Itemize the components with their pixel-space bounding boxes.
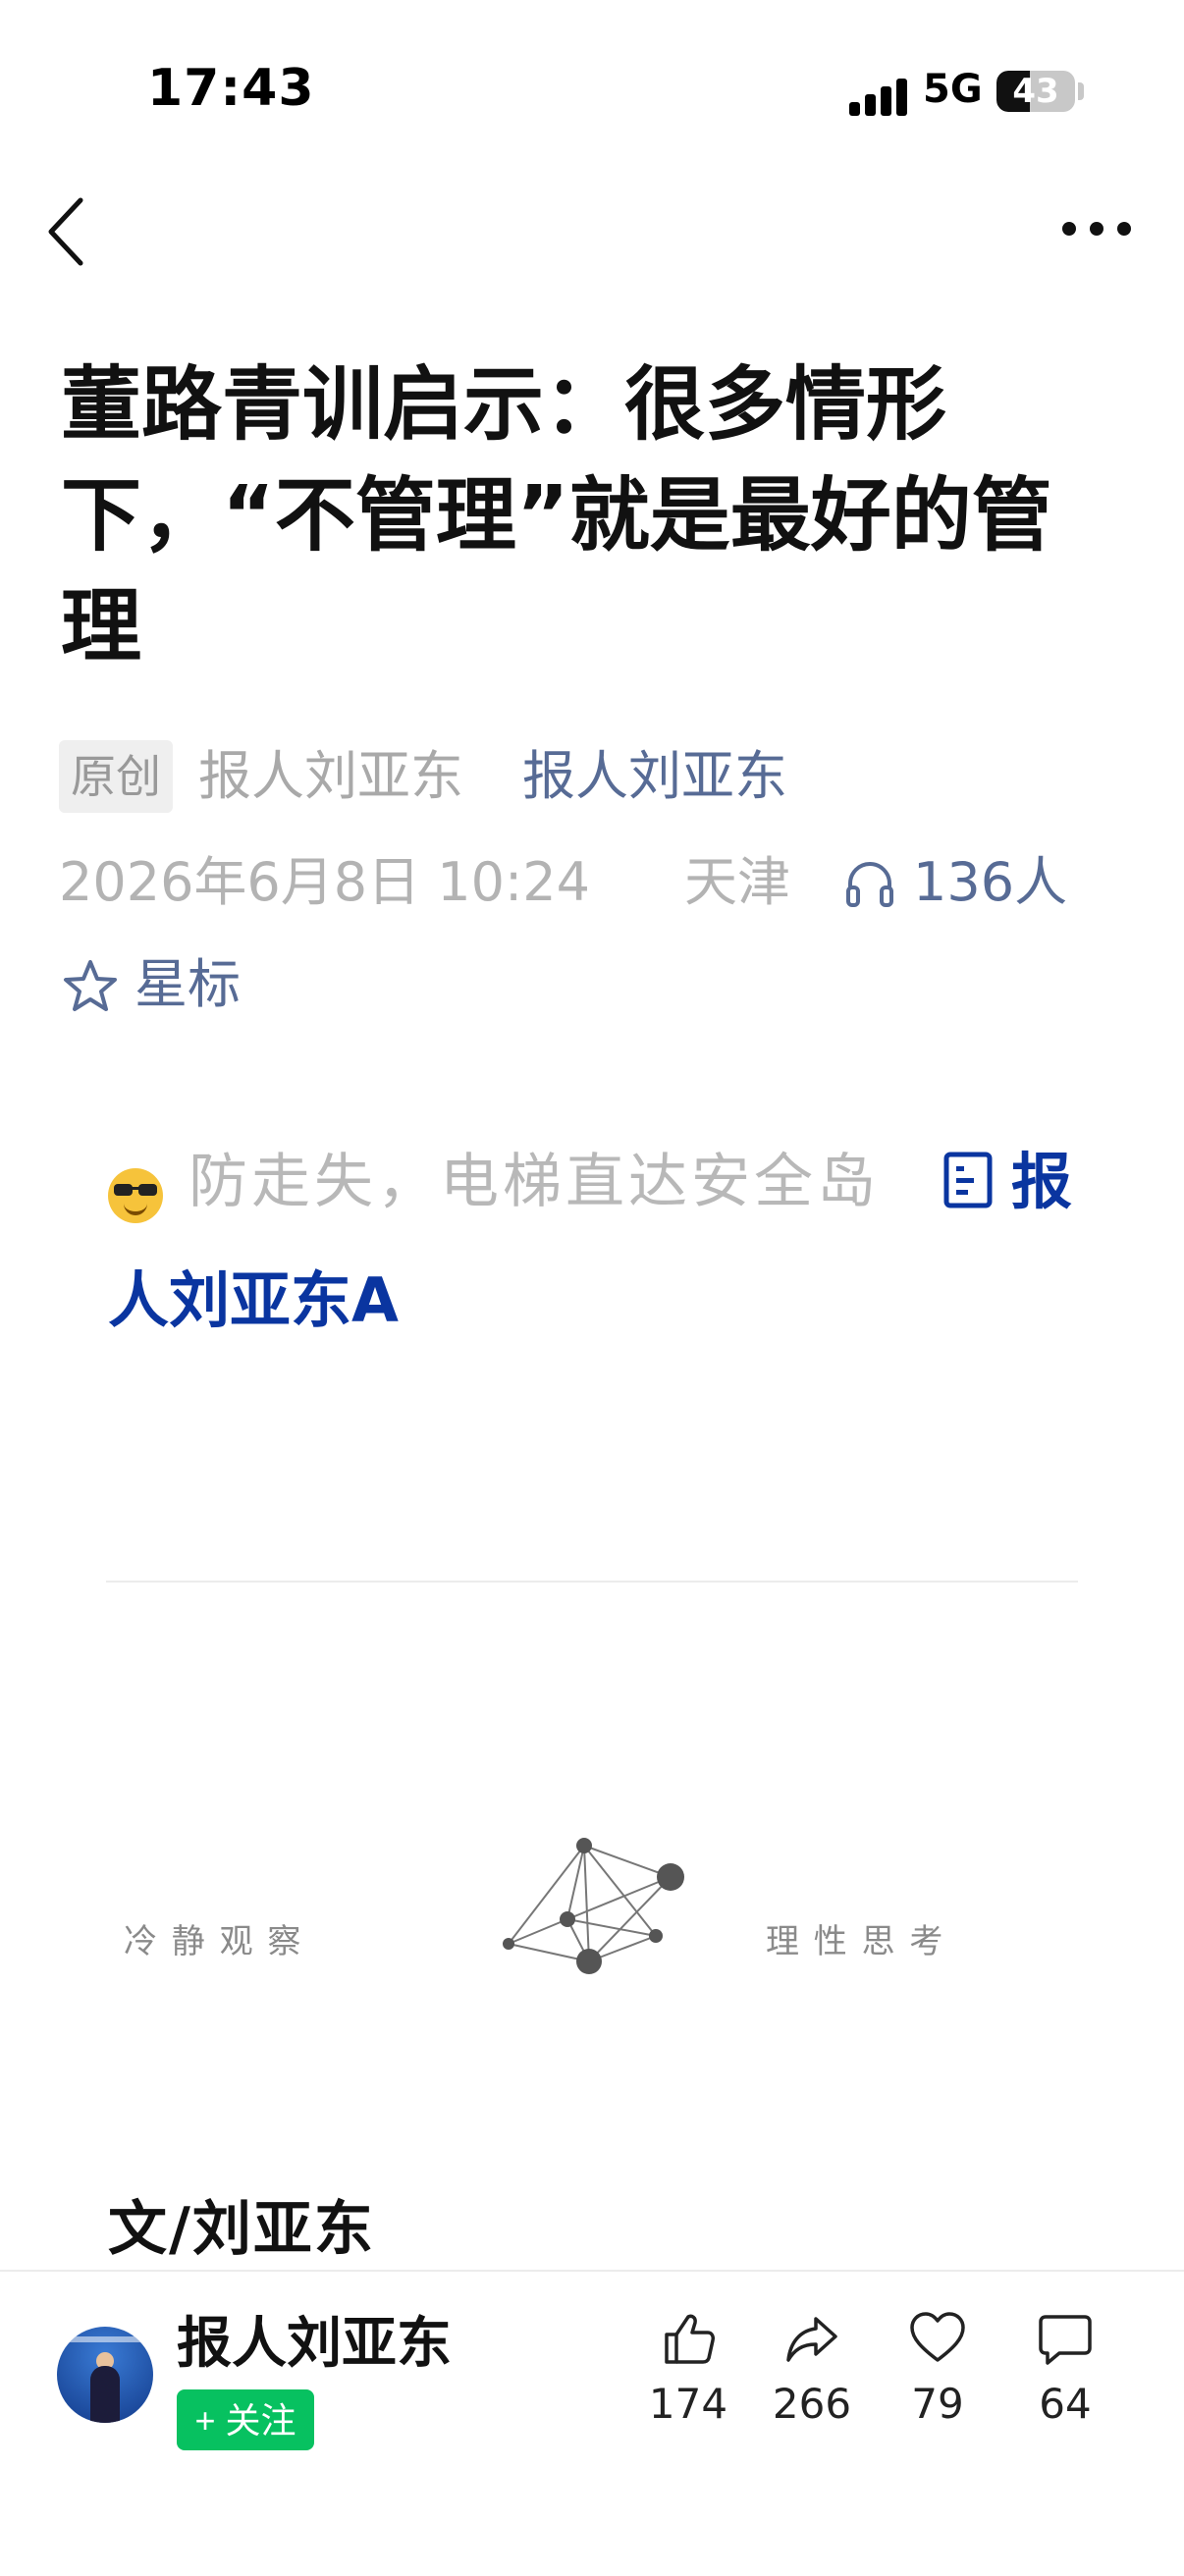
- account-link[interactable]: 报人刘亚东: [522, 744, 787, 809]
- article-title: 董路青训启示：很多情形下，“不管理”就是最好的管理: [61, 358, 1052, 673]
- notice-account-link-cont[interactable]: 人刘亚东A: [108, 1261, 399, 1340]
- star-icon[interactable]: [61, 957, 120, 1016]
- listen-count[interactable]: 136人: [913, 850, 1067, 915]
- document-icon[interactable]: [942, 1151, 994, 1209]
- like-count: 174: [648, 2380, 728, 2428]
- divider: [106, 1581, 1078, 1583]
- back-icon[interactable]: [45, 194, 88, 269]
- banner-left-text: 冷 静 观 察: [124, 1922, 303, 1961]
- battery-icon: 43: [996, 71, 1075, 112]
- article-byline: 文/刘亚东: [108, 2195, 375, 2264]
- network-graphic: [491, 1826, 727, 2012]
- share-icon: [786, 2317, 837, 2362]
- banner-right-text: 理 性 思 考: [766, 1922, 945, 1961]
- share-count: 266: [772, 2380, 852, 2428]
- battery-level: 43: [1012, 72, 1059, 111]
- status-time: 17:43: [147, 59, 315, 118]
- thumbs-up-icon: [665, 2314, 715, 2364]
- original-badge: 原创: [59, 740, 173, 813]
- signal-icon: [849, 77, 908, 116]
- heart-icon: [910, 2312, 965, 2362]
- publish-date: 2026年6月8日 10:24: [59, 851, 590, 913]
- like-button[interactable]: 174: [634, 2309, 742, 2428]
- share-button[interactable]: 266: [758, 2309, 866, 2428]
- favorite-count: 79: [911, 2380, 964, 2428]
- bottom-author-name[interactable]: 报人刘亚东: [177, 2299, 452, 2379]
- notice-account-link[interactable]: 报: [1011, 1143, 1072, 1221]
- follow-button[interactable]: + 关注: [177, 2389, 314, 2450]
- notice-text: 防走失，电梯直达安全岛: [188, 1148, 880, 1216]
- favorite-button[interactable]: 79: [884, 2309, 992, 2428]
- publish-location: 天津: [684, 851, 790, 913]
- more-options-icon[interactable]: [1062, 214, 1131, 243]
- headphones-icon[interactable]: [842, 856, 897, 911]
- sunglasses-emoji-icon: [108, 1168, 163, 1223]
- comment-icon: [1039, 2315, 1092, 2365]
- author-name: 报人刘亚东: [198, 745, 463, 807]
- comment-button[interactable]: 64: [1011, 2309, 1119, 2428]
- author-avatar[interactable]: [57, 2327, 153, 2423]
- comment-count: 64: [1039, 2380, 1092, 2428]
- network-label: 5G: [923, 67, 983, 112]
- battery-cap: [1078, 82, 1084, 100]
- star-label[interactable]: 星标: [135, 952, 241, 1017]
